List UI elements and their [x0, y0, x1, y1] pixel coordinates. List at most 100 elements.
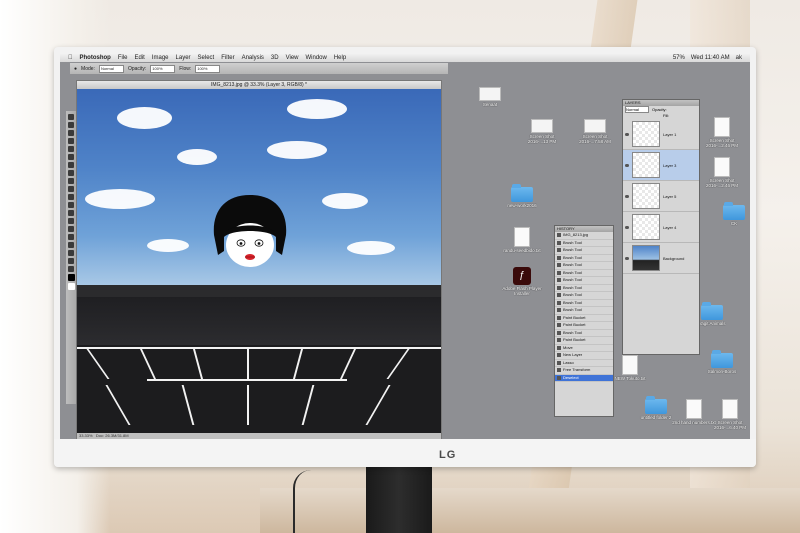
- visibility-eye-icon[interactable]: [625, 225, 629, 229]
- lasso-tool-icon[interactable]: [68, 130, 74, 136]
- menu-file[interactable]: File: [118, 55, 128, 61]
- battery-status[interactable]: 57%: [673, 55, 685, 61]
- history-row[interactable]: Brush Tool: [555, 240, 613, 247]
- menu-select[interactable]: Select: [198, 55, 215, 61]
- brush-tool-icon[interactable]: [68, 170, 74, 176]
- history-row[interactable]: Brush Tool: [555, 292, 613, 300]
- visibility-eye-icon[interactable]: [625, 194, 629, 198]
- desktop-item-flash-installer[interactable]: ƒ Adobe Flash Player Installer: [500, 267, 544, 296]
- history-row[interactable]: Brush Tool: [555, 270, 613, 277]
- path-select-tool-icon[interactable]: [68, 242, 74, 248]
- history-row[interactable]: Brush Tool: [555, 330, 613, 337]
- desktop-item-ck[interactable]: CK: [712, 202, 750, 226]
- layer-row[interactable]: Layer 4: [623, 212, 699, 243]
- eyedropper-tool-icon[interactable]: [68, 154, 74, 160]
- blend-mode-select[interactable]: Normal: [625, 106, 649, 113]
- history-row[interactable]: Paint Bucket: [555, 322, 613, 330]
- visibility-eye-icon[interactable]: [625, 163, 629, 167]
- menu-edit[interactable]: Edit: [135, 55, 145, 61]
- desktop-item-senaat[interactable]: Senaat: [468, 87, 512, 107]
- history-row[interactable]: Paint Bucket: [555, 337, 613, 345]
- desktop-item-screenshot-5[interactable]: Screen Shot 2016-...6.40 PM: [708, 399, 750, 430]
- desktop-item-salmon-boros[interactable]: Salmon-Boros: [700, 350, 744, 374]
- menu-layer[interactable]: Layer: [176, 55, 191, 61]
- layer-row[interactable]: Layer 5: [623, 181, 699, 212]
- history-snapshot[interactable]: IMG_8213.jpg: [555, 232, 613, 240]
- menu-filter[interactable]: Filter: [221, 55, 234, 61]
- healing-tool-icon[interactable]: [68, 162, 74, 168]
- zoom-level[interactable]: 33.33%: [79, 433, 93, 438]
- history-row[interactable]: Move: [555, 345, 613, 352]
- blur-tool-icon[interactable]: [68, 210, 74, 216]
- crop-tool-icon[interactable]: [68, 146, 74, 152]
- type-tool-icon[interactable]: [68, 234, 74, 240]
- menu-app-name[interactable]: Photoshop: [80, 55, 111, 61]
- desktop-item-screenshot-2[interactable]: Screen Shot 2016-...7.58 AM: [573, 119, 617, 144]
- history-brush-tool-icon[interactable]: [68, 186, 74, 192]
- desktop-item-screenshot-3[interactable]: Screen Shot 2016-...2.46 PM: [700, 117, 744, 148]
- mode-select[interactable]: Normal: [98, 64, 124, 73]
- snapshot-icon: [557, 233, 561, 238]
- desktop-item-randu-seedbido[interactable]: randu-seedbido.txt: [500, 227, 544, 253]
- menu-help[interactable]: Help: [334, 55, 346, 61]
- visibility-eye-icon[interactable]: [625, 256, 629, 260]
- history-step-icon: [557, 330, 561, 335]
- desktop-item-screenshot-4[interactable]: Screen Shot 2016-...2.46 PM: [700, 157, 744, 188]
- layer-thumbnail: [632, 183, 660, 209]
- layer-thumbnail: [632, 214, 660, 240]
- pen-tool-icon[interactable]: [68, 226, 74, 232]
- gradient-tool-icon[interactable]: [68, 202, 74, 208]
- menu-image[interactable]: Image: [152, 55, 169, 61]
- move-tool-icon[interactable]: [68, 114, 74, 120]
- clock[interactable]: Wed 11:40 AM: [691, 55, 730, 61]
- menu-window[interactable]: Window: [306, 55, 327, 61]
- desktop-item-new-tokuto[interactable]: NEW Tokuto.txt: [608, 355, 652, 381]
- hand-tool-icon[interactable]: [68, 258, 74, 264]
- clone-tool-icon[interactable]: [68, 178, 74, 184]
- history-row[interactable]: Brush Tool: [555, 285, 613, 292]
- desktop-item-new-work2016[interactable]: new-work2016: [500, 184, 544, 208]
- eraser-tool-icon[interactable]: [68, 194, 74, 200]
- brush-preset-icon[interactable]: ●: [74, 66, 77, 72]
- history-row[interactable]: New Layer: [555, 352, 613, 360]
- document-canvas[interactable]: [77, 89, 441, 433]
- cloud: [147, 239, 189, 252]
- menu-3d[interactable]: 3D: [271, 55, 279, 61]
- flow-label: Flow:: [179, 65, 192, 72]
- desktop-item-screenshot-1[interactable]: Screen Shot 2016-...13 PM: [520, 119, 564, 144]
- background-color-swatch[interactable]: [67, 283, 75, 290]
- history-row[interactable]: Brush Tool: [555, 307, 613, 315]
- zoom-tool-icon[interactable]: [68, 266, 74, 272]
- history-row[interactable]: Brush Tool: [555, 277, 613, 285]
- text-file-icon: [686, 399, 702, 419]
- history-row[interactable]: Brush Tool: [555, 247, 613, 255]
- quick-select-tool-icon[interactable]: [68, 138, 74, 144]
- history-step-icon: [557, 360, 561, 365]
- history-step-icon: [557, 300, 561, 305]
- visibility-eye-icon[interactable]: [625, 132, 629, 136]
- history-row[interactable]: Brush Tool: [555, 262, 613, 270]
- layer-row[interactable]: Layer 3: [623, 150, 699, 181]
- history-row[interactable]: Brush Tool: [555, 300, 613, 307]
- marquee-tool-icon[interactable]: [68, 122, 74, 128]
- menu-analysis[interactable]: Analysis: [242, 55, 264, 61]
- layer-row[interactable]: Background: [623, 243, 699, 274]
- apple-icon[interactable]: : [68, 55, 73, 61]
- flow-field[interactable]: 100%: [195, 64, 221, 73]
- user-name[interactable]: ak: [736, 55, 742, 61]
- layer-row[interactable]: Layer 1: [623, 119, 699, 150]
- document-title[interactable]: IMG_8213.jpg @ 33.3% (Layer 3, RGB/8) *: [77, 81, 441, 89]
- history-row[interactable]: Paint Bucket: [555, 315, 613, 322]
- dodge-tool-icon[interactable]: [68, 218, 74, 224]
- history-row[interactable]: Brush Tool: [555, 255, 613, 262]
- foreground-color-swatch[interactable]: [67, 274, 75, 281]
- wall: [77, 297, 441, 345]
- opacity-field[interactable]: 100%: [150, 64, 176, 73]
- history-row[interactable]: Lasso: [555, 360, 613, 367]
- history-row[interactable]: Deselect: [555, 374, 613, 382]
- shape-tool-icon[interactable]: [68, 250, 74, 256]
- history-row[interactable]: Free Transform: [555, 367, 613, 375]
- lg-logo: LG: [439, 449, 457, 461]
- document-window: IMG_8213.jpg @ 33.3% (Layer 3, RGB/8) *: [76, 80, 442, 439]
- menu-view[interactable]: View: [286, 55, 299, 61]
